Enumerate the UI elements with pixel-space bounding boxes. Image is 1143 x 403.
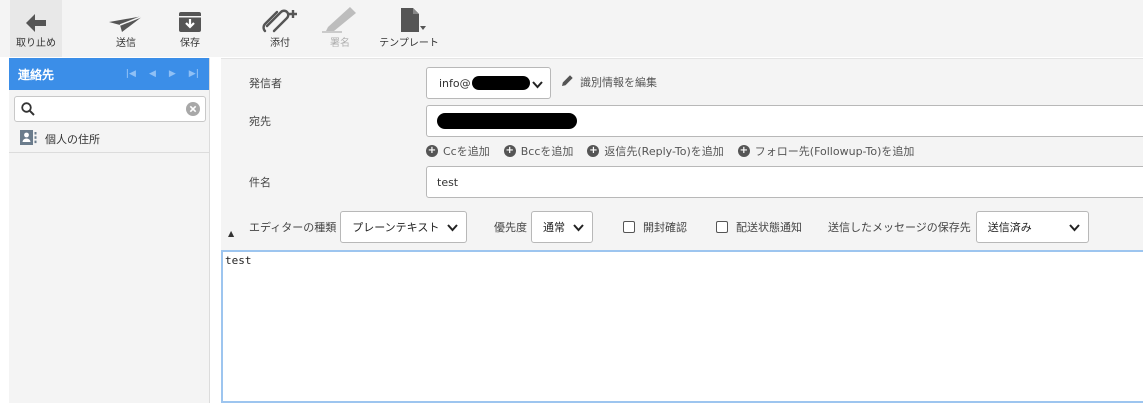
- contacts-pane: 連絡先 |◀ ◀ ▶ ▶| 個人の住所: [9, 58, 210, 403]
- subject-label: 件名: [249, 176, 271, 189]
- attach-button[interactable]: 添付: [258, 0, 302, 57]
- from-select[interactable]: info@: [426, 67, 551, 99]
- attach-label: 添付: [270, 38, 290, 49]
- send-label: 送信: [116, 38, 136, 49]
- cancel-button[interactable]: 取り止め: [10, 0, 62, 57]
- paperclip-plus-icon: [261, 7, 299, 36]
- save-label: 保存: [180, 38, 200, 49]
- compose-headers: 発信者 info@ 識別情報を編集 宛先 + Ccを追加 + Bccを追加 + 返信先…: [221, 58, 1143, 250]
- compose-options: ▲ エディターの種類 プレーンテキスト 優先度 通常 開封確認 配送状態通知 送…: [221, 207, 1143, 247]
- save-button[interactable]: 保存: [168, 0, 212, 57]
- from-label: 発信者: [249, 77, 282, 90]
- add-header-links: + Ccを追加 + Bccを追加 + 返信先(Reply-To)を追加 + フォロー先(…: [426, 143, 914, 159]
- subject-input[interactable]: test: [426, 166, 1143, 198]
- delivery-status-checkbox[interactable]: [716, 221, 728, 233]
- plus-circle-icon: +: [503, 145, 516, 157]
- contacts-title: 連絡先: [18, 67, 55, 82]
- prev-page-icon[interactable]: ◀: [149, 69, 156, 79]
- edit-identity-link[interactable]: 識別情報を編集: [561, 74, 657, 90]
- read-receipt-label: 開封確認: [643, 221, 687, 234]
- delivery-status-option[interactable]: 配送状態通知: [716, 207, 802, 247]
- next-page-icon[interactable]: ▶: [169, 69, 176, 79]
- paper-plane-icon: [108, 15, 144, 36]
- template-button[interactable]: テンプレート: [374, 0, 444, 57]
- priority-label: 優先度: [494, 221, 527, 234]
- save-sent-option: 送信したメッセージの保存先 送信済み: [828, 207, 1089, 247]
- send-button[interactable]: 送信: [104, 0, 148, 57]
- subject-value: test: [437, 175, 459, 189]
- save-box-icon: [178, 11, 202, 36]
- add-cc-label: Ccを追加: [443, 145, 490, 158]
- clear-search-icon[interactable]: [186, 102, 200, 119]
- address-book-label: 個人の住所: [45, 133, 100, 146]
- chevron-down-icon: [573, 222, 584, 235]
- redacted-email-domain: [471, 76, 530, 90]
- first-page-icon[interactable]: |◀: [126, 69, 136, 79]
- editor-type-value: プレーンテキスト: [352, 221, 440, 234]
- chevron-down-icon: [447, 222, 458, 235]
- plus-circle-icon: +: [737, 145, 750, 157]
- collapse-headers-icon[interactable]: ▲: [228, 229, 234, 238]
- save-sent-select[interactable]: 送信済み: [975, 211, 1089, 243]
- address-book-icon: [20, 130, 37, 148]
- search-icon: [21, 102, 35, 119]
- editor-type-option: エディターの種類 プレーンテキスト: [249, 207, 468, 247]
- pencil-icon: [561, 74, 574, 90]
- signature-label: 署名: [330, 38, 350, 49]
- arrow-left-icon: [25, 13, 47, 36]
- read-receipt-checkbox[interactable]: [623, 221, 635, 233]
- from-value: info@: [439, 76, 471, 90]
- read-receipt-option[interactable]: 開封確認: [623, 207, 687, 247]
- add-cc-link[interactable]: + Ccを追加: [426, 143, 490, 159]
- delivery-status-label: 配送状態通知: [736, 221, 802, 234]
- chevron-down-icon: [532, 79, 543, 92]
- contacts-pagination: |◀ ◀ ▶ ▶|: [126, 58, 199, 90]
- edit-identity-label: 識別情報を編集: [580, 76, 657, 89]
- plus-circle-icon: +: [426, 145, 438, 157]
- add-followup-to-label: フォロー先(Followup-To)を追加: [754, 145, 915, 158]
- message-body-text: test: [225, 254, 252, 267]
- to-label: 宛先: [249, 115, 271, 128]
- address-book-personal[interactable]: 個人の住所: [9, 126, 209, 153]
- template-label: テンプレート: [379, 38, 439, 49]
- plus-circle-icon: +: [587, 145, 600, 157]
- last-page-icon[interactable]: ▶|: [189, 69, 199, 79]
- contacts-header: 連絡先 |◀ ◀ ▶ ▶|: [9, 58, 209, 90]
- save-sent-label: 送信したメッセージの保存先: [828, 221, 971, 234]
- add-followup-to-link[interactable]: + フォロー先(Followup-To)を追加: [737, 143, 915, 159]
- contacts-search-input[interactable]: [39, 100, 179, 118]
- signature-button[interactable]: 署名: [318, 0, 362, 57]
- pen-signature-icon: [320, 7, 360, 36]
- editor-type-label: エディターの種類: [249, 221, 337, 234]
- message-body-editor[interactable]: test: [221, 250, 1143, 403]
- priority-option: 優先度 通常: [494, 207, 593, 247]
- cancel-label: 取り止め: [16, 38, 56, 49]
- save-sent-value: 送信済み: [987, 221, 1032, 234]
- priority-select[interactable]: 通常: [531, 211, 593, 243]
- toolbar: 取り止め 送信 保存 添付 署名 テンプレート: [0, 0, 1143, 57]
- contacts-search-box: [14, 96, 206, 122]
- chevron-down-icon: [1069, 222, 1080, 235]
- add-bcc-label: Bccを追加: [520, 145, 574, 158]
- to-input[interactable]: [426, 105, 1143, 137]
- add-reply-to-link[interactable]: + 返信先(Reply-To)を追加: [587, 143, 724, 159]
- add-bcc-link[interactable]: + Bccを追加: [503, 143, 574, 159]
- add-reply-to-label: 返信先(Reply-To)を追加: [604, 145, 724, 158]
- document-dropdown-icon: [392, 7, 426, 36]
- editor-type-select[interactable]: プレーンテキスト: [340, 211, 468, 243]
- priority-value: 通常: [543, 221, 565, 234]
- redacted-recipient: [437, 113, 577, 129]
